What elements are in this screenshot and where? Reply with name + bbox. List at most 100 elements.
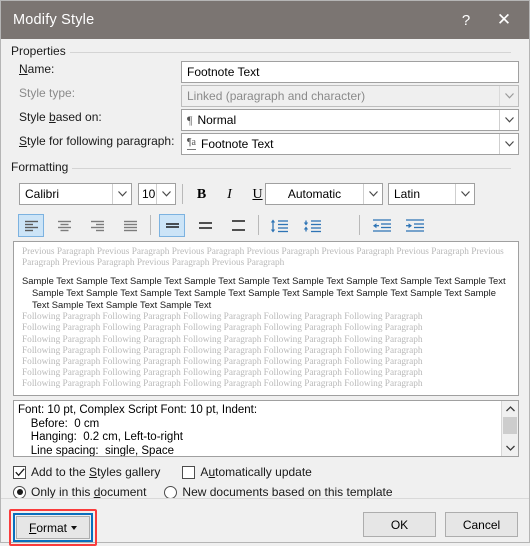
add-to-styles-gallery-label: Add to the Styles gallery: [31, 465, 161, 479]
italic-button[interactable]: I: [217, 183, 242, 207]
properties-legend: Properties: [11, 44, 70, 58]
line-spacing-double-button[interactable]: [225, 214, 251, 237]
description-scrollbar[interactable]: [501, 401, 518, 456]
decrease-paragraph-spacing-button[interactable]: [300, 214, 326, 237]
new-documents-label: New documents based on this template: [182, 485, 393, 499]
style-following-value: Footnote Text: [200, 137, 274, 151]
toolbar-separator: [258, 215, 259, 235]
chevron-down-icon: [499, 86, 518, 106]
toolbar-separator: [150, 215, 151, 235]
automatically-update-label: Automatically update: [200, 465, 312, 479]
toolbar-separator: [182, 184, 183, 204]
style-type-row: Style type:: [19, 86, 75, 100]
style-following-dropdown[interactable]: ¶a Footnote Text: [181, 133, 519, 155]
preview-following-paragraph-7: Following Paragraph Following Paragraph …: [22, 379, 423, 390]
name-input[interactable]: Footnote Text: [181, 61, 519, 83]
checkbox-checked-icon: [13, 465, 26, 479]
chevron-down-icon[interactable]: [112, 184, 131, 204]
cancel-button[interactable]: Cancel: [445, 512, 518, 537]
radio-selected-icon: [13, 485, 26, 499]
format-button[interactable]: Format: [16, 516, 90, 539]
footer-divider: [1, 498, 529, 499]
align-justify-button[interactable]: [117, 214, 143, 237]
scroll-up-icon[interactable]: [502, 401, 518, 417]
line-spacing-1-5-button[interactable]: [192, 214, 218, 237]
pilcrow-icon: ¶: [187, 112, 193, 127]
toolbar-separator: [359, 215, 360, 235]
chevron-down-icon[interactable]: [363, 184, 382, 204]
style-following-row: Style for following paragraph:: [19, 134, 174, 148]
automatically-update-checkbox[interactable]: Automatically update: [182, 465, 312, 479]
preview-following-paragraph-1: Following Paragraph Following Paragraph …: [22, 312, 423, 323]
style-based-on-dropdown[interactable]: ¶ Normal: [181, 109, 519, 131]
style-based-on-value-wrap: ¶ Normal: [182, 113, 499, 128]
window-title: Modify Style: [13, 12, 95, 28]
ok-button[interactable]: OK: [363, 512, 436, 537]
font-color-dropdown[interactable]: Automatic: [265, 183, 383, 205]
style-description-text: Font: 10 pt, Complex Script Font: 10 pt,…: [18, 404, 258, 456]
properties-group: Properties: [11, 44, 521, 58]
modify-style-dialog: Modify Style ? ✕ Properties Name: Footno…: [0, 0, 530, 546]
script-value: Latin: [394, 187, 421, 201]
decrease-indent-button[interactable]: [369, 214, 395, 237]
font-family-dropdown[interactable]: Calibri: [19, 183, 132, 205]
preview-sample-text: Sample Text Sample Text Sample Text Samp…: [22, 275, 506, 310]
align-center-button[interactable]: [51, 214, 77, 237]
title-bar: Modify Style ? ✕: [1, 1, 529, 39]
only-in-this-document-radio[interactable]: Only in this document: [13, 485, 146, 499]
font-size-dropdown[interactable]: 10: [138, 183, 176, 205]
format-button-label: Format: [28, 520, 68, 535]
checkbox-row: Add to the Styles gallery Automatically …: [13, 465, 312, 479]
font-family-value: Calibri: [25, 187, 60, 201]
caret-down-icon: [71, 525, 78, 530]
style-based-on-label: Style based on:: [19, 110, 102, 124]
name-input-value: Footnote Text: [187, 65, 260, 79]
scrollbar-track[interactable]: [502, 417, 518, 440]
scrollbar-thumb[interactable]: [503, 417, 517, 434]
group-divider-formatting: [11, 168, 511, 169]
only-in-this-document-label: Only in this document: [31, 485, 147, 499]
style-based-on-row: Style based on:: [19, 110, 102, 124]
checkbox-unchecked-icon: [182, 465, 196, 479]
preview-following-paragraph-4: Following Paragraph Following Paragraph …: [22, 345, 423, 356]
style-following-value-wrap: ¶a Footnote Text: [182, 137, 499, 151]
style-description-box: Font: 10 pt, Complex Script Font: 10 pt,…: [13, 400, 519, 457]
preview-previous-paragraph: Previous Paragraph Previous Paragraph Pr…: [22, 247, 504, 269]
add-to-styles-gallery-checkbox[interactable]: Add to the Styles gallery: [13, 465, 160, 479]
help-icon[interactable]: ?: [447, 3, 485, 37]
chevron-down-icon[interactable]: [499, 134, 518, 154]
increase-indent-button[interactable]: [402, 214, 428, 237]
script-dropdown[interactable]: Latin: [388, 183, 475, 205]
font-size-value: 10: [142, 187, 156, 201]
style-preview-pane: Previous Paragraph Previous Paragraph Pr…: [13, 241, 519, 396]
align-left-button[interactable]: [18, 214, 44, 237]
name-label: Name:: [19, 62, 55, 76]
name-row: Name:: [19, 62, 54, 76]
bold-button[interactable]: B: [189, 183, 214, 207]
style-type-dropdown: Linked (paragraph and character): [181, 85, 519, 107]
annotation-highlight-box: Format: [9, 509, 97, 546]
style-type-label: Style type:: [19, 86, 76, 100]
formatting-group: Formatting: [11, 160, 521, 174]
preview-following-paragraph-3: Following Paragraph Following Paragraph …: [22, 334, 423, 345]
preview-following-paragraph-2: Following Paragraph Following Paragraph …: [22, 323, 423, 334]
radio-row: Only in this document New documents base…: [13, 485, 393, 499]
close-icon[interactable]: ✕: [485, 3, 523, 37]
style-type-value: Linked (paragraph and character): [187, 89, 366, 103]
chevron-down-icon[interactable]: [455, 184, 474, 204]
preview-following-paragraph-5: Following Paragraph Following Paragraph …: [22, 357, 423, 367]
chevron-down-icon[interactable]: [499, 110, 518, 130]
formatting-legend: Formatting: [11, 160, 73, 174]
focus-ring: Format: [13, 513, 93, 542]
align-right-button[interactable]: [84, 214, 110, 237]
new-documents-radio[interactable]: New documents based on this template: [164, 485, 393, 499]
scroll-down-icon[interactable]: [502, 440, 518, 456]
style-following-label: Style for following paragraph:: [19, 134, 175, 148]
line-spacing-single-button[interactable]: [159, 214, 185, 237]
increase-paragraph-spacing-button[interactable]: [267, 214, 293, 237]
format-button-highlight: Format: [9, 509, 97, 546]
style-based-on-value: Normal: [197, 113, 237, 127]
preview-following-paragraph-6: Following Paragraph Following Paragraph …: [22, 368, 423, 379]
font-color-value: Automatic: [287, 187, 342, 201]
chevron-down-icon[interactable]: [156, 184, 175, 204]
